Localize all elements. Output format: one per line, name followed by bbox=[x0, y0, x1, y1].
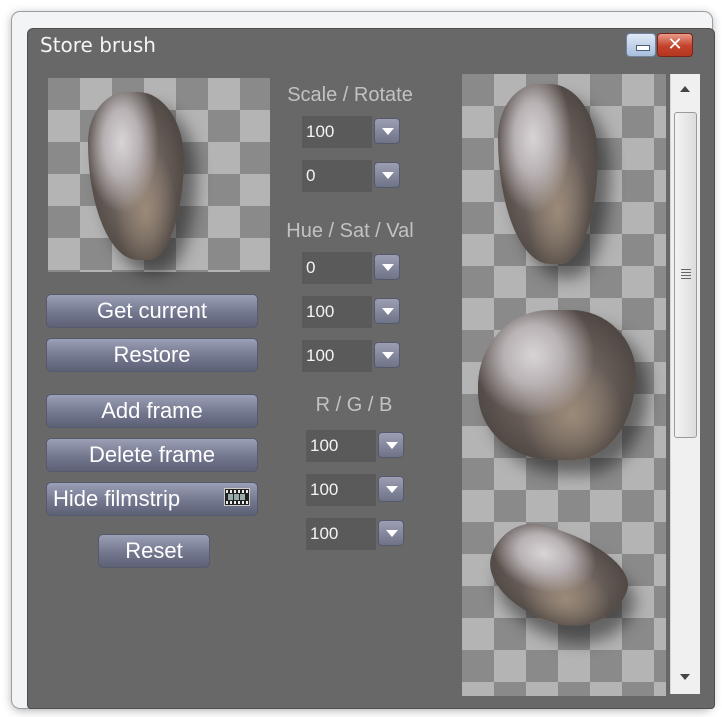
minimize-icon bbox=[636, 45, 650, 51]
val-value[interactable]: 100 bbox=[302, 340, 372, 372]
rotate-dropdown-button[interactable] bbox=[374, 162, 400, 188]
restore-button[interactable]: Restore bbox=[46, 338, 258, 372]
green-value[interactable]: 100 bbox=[306, 474, 376, 506]
blue-value[interactable]: 100 bbox=[306, 518, 376, 550]
brush-preview bbox=[48, 78, 270, 272]
hue-sat-val-label: Hue / Sat / Val bbox=[286, 220, 414, 242]
close-button[interactable]: ✕ bbox=[657, 33, 693, 57]
scroll-down-arrow-icon[interactable] bbox=[671, 664, 699, 690]
scroll-grip-icon bbox=[681, 269, 691, 279]
filmstrip-frame[interactable] bbox=[478, 310, 636, 460]
delete-frame-button[interactable]: Delete frame bbox=[46, 438, 258, 472]
add-frame-button[interactable]: Add frame bbox=[46, 394, 258, 428]
get-current-button[interactable]: Get current bbox=[46, 294, 258, 328]
sat-dropdown-button[interactable] bbox=[374, 298, 400, 324]
green-dropdown-button[interactable] bbox=[378, 476, 404, 502]
filmstrip-frame[interactable] bbox=[477, 512, 639, 642]
filmstrip[interactable] bbox=[462, 74, 666, 696]
filmstrip-frame[interactable] bbox=[498, 84, 598, 264]
hue-dropdown-button[interactable] bbox=[374, 254, 400, 280]
red-dropdown-button[interactable] bbox=[378, 432, 404, 458]
blue-dropdown-button[interactable] bbox=[378, 520, 404, 546]
close-icon: ✕ bbox=[667, 34, 683, 55]
hue-value[interactable]: 0 bbox=[302, 252, 372, 284]
scale-rotate-label: Scale / Rotate bbox=[287, 84, 413, 106]
rotate-value[interactable]: 0 bbox=[302, 160, 372, 192]
scale-value[interactable]: 100 bbox=[302, 116, 372, 148]
hide-filmstrip-label: Hide filmstrip bbox=[53, 486, 181, 511]
rgb-label: R / G / B bbox=[315, 394, 393, 416]
brush-preview-image bbox=[88, 92, 184, 260]
red-value[interactable]: 100 bbox=[306, 430, 376, 462]
scrollbar-thumb[interactable] bbox=[674, 112, 697, 438]
val-dropdown-button[interactable] bbox=[374, 342, 400, 368]
reset-button[interactable]: Reset bbox=[98, 534, 210, 568]
scroll-up-arrow-icon[interactable] bbox=[671, 76, 699, 102]
filmstrip-icon bbox=[224, 488, 250, 506]
window-title: Store brush bbox=[40, 33, 156, 57]
scale-dropdown-button[interactable] bbox=[374, 118, 400, 144]
filmstrip-scrollbar[interactable] bbox=[670, 74, 700, 694]
minimize-button[interactable] bbox=[626, 33, 656, 57]
sat-value[interactable]: 100 bbox=[302, 296, 372, 328]
